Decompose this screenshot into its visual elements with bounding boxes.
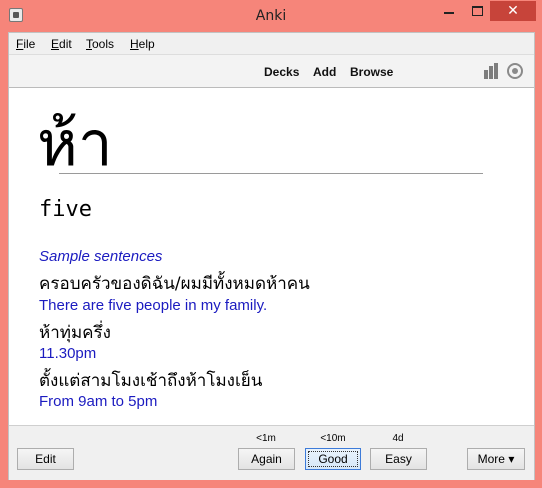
again-interval-label: <1m [256,433,276,444]
stats-icon-bar [494,63,498,79]
menu-file-label: ile [23,37,36,51]
minimize-button[interactable] [436,1,462,21]
edit-button[interactable]: Edit [17,448,74,470]
anki-window: Anki ✕ File Edit Tools Help Decks Add Br… [0,0,542,488]
browse-link[interactable]: Browse [350,65,393,79]
title-bar[interactable]: Anki ✕ [0,0,542,32]
sentence-thai: ห้าทุ่มครึ่ง [39,323,111,343]
card-view: ห้า five Sample sentences ครอบครัวของดิฉ… [9,88,534,425]
close-button[interactable]: ✕ [490,1,536,21]
good-interval-label: <10m [320,433,346,444]
menu-help-accelerator: H [130,37,139,51]
good-button[interactable]: Good [305,448,361,470]
stats-icon-bar [489,66,493,79]
sentence-english: From 9am to 5pm [39,393,158,410]
add-link[interactable]: Add [313,65,336,79]
answer-divider [59,173,483,174]
menu-tools[interactable]: Tools [86,37,114,51]
menu-tools-label: ools [92,37,115,51]
again-button[interactable]: Again [238,448,295,470]
menu-help[interactable]: Help [130,37,155,51]
menu-edit-accelerator: E [51,37,60,51]
sentence-english: There are five people in my family. [39,297,268,314]
sentence-thai: ตั้งแต่สามโมงเช้าถึงห้าโมงเย็น [39,371,263,391]
menu-bar: File Edit Tools Help [9,33,534,55]
sample-sentences-heading: Sample sentences [39,248,163,265]
main-client-area: File Edit Tools Help Decks Add Browse ห้… [8,32,535,480]
menu-edit[interactable]: Edit [51,37,72,51]
stats-icon-bar [484,70,488,79]
review-bottom-bar: <1m <10m 4d Edit Again Good Easy More ▾ [9,425,534,480]
decks-link[interactable]: Decks [264,65,299,79]
menu-help-label: elp [138,37,155,51]
card-front-word: ห้า [37,107,113,180]
easy-button[interactable]: Easy [370,448,427,470]
sentence-thai: ครอบครัวของดิฉัน/ผมมีทั้งหมดห้าคน [39,274,310,294]
sync-icon[interactable] [507,63,523,79]
more-button[interactable]: More ▾ [467,448,525,470]
easy-interval-label: 4d [392,433,404,444]
menu-file[interactable]: File [16,37,35,51]
maximize-button[interactable] [464,1,490,21]
top-toolbar: Decks Add Browse [9,55,534,88]
stats-icon[interactable] [484,63,502,79]
sentence-english: 11.30pm [39,345,97,362]
menu-edit-label: dit [59,37,72,51]
card-back-meaning: five [39,197,92,222]
